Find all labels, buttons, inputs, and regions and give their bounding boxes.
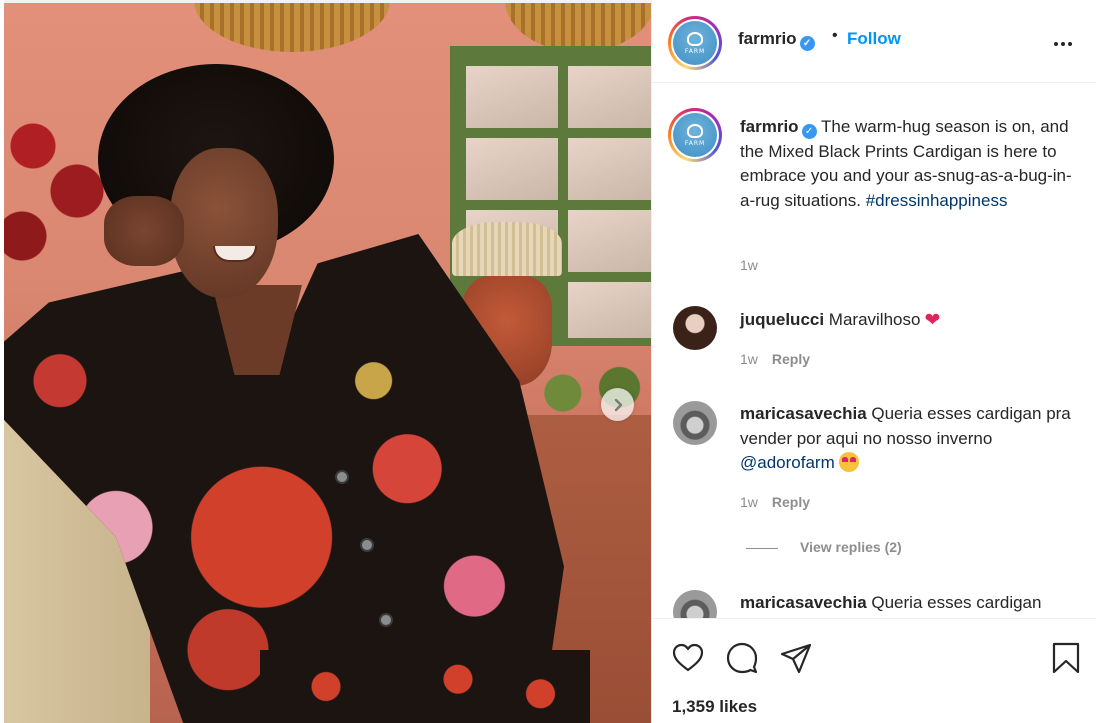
username-text: farmrio <box>738 29 797 48</box>
caption-timestamp[interactable]: 1w <box>740 257 758 273</box>
caption-text: farmrio ✓ The warm-hug season is on, and … <box>740 115 1075 213</box>
caption-meta: 1w <box>740 257 758 273</box>
reply-button[interactable]: Reply <box>772 494 810 510</box>
post-details-panel: FARM farmrio ✓ • Follow FARM farmrio ✓ The… <box>651 0 1096 723</box>
photo-border <box>0 0 651 3</box>
comment-text: juquelucci Maravilhoso ❤ <box>740 308 1075 334</box>
comment-timestamp[interactable]: 1w <box>740 494 758 510</box>
pendant-lamp <box>194 0 390 52</box>
cardigan-button <box>379 613 393 627</box>
view-replies-button[interactable]: View replies (2) <box>746 539 902 555</box>
hashtag-link[interactable]: #dressinhappiness <box>866 191 1008 210</box>
flower-logo-icon <box>687 123 703 138</box>
commenter-avatar[interactable] <box>673 590 717 618</box>
caption-avatar[interactable]: FARM <box>668 108 722 162</box>
heart-eyes-emoji-icon <box>838 452 859 472</box>
model-hand <box>104 196 184 266</box>
bookmark-icon[interactable] <box>1049 641 1083 675</box>
red-heart-emoji-icon: ❤ <box>924 310 941 331</box>
comments-list[interactable]: FARM farmrio ✓ The warm-hug season is on,… <box>652 84 1096 618</box>
reply-button[interactable]: Reply <box>772 351 810 367</box>
follow-button[interactable]: Follow <box>847 29 901 49</box>
commenter-avatar[interactable] <box>673 306 717 350</box>
post-header: FARM farmrio ✓ • Follow <box>652 0 1096 83</box>
model-face <box>170 148 278 298</box>
red-flowers <box>0 110 110 290</box>
post-actions: 1,359 likes <box>652 618 1096 723</box>
next-photo-button[interactable] <box>601 388 634 421</box>
verified-badge-icon: ✓ <box>799 36 815 51</box>
comment-meta: 1w Reply <box>740 494 810 510</box>
comment-text: maricasavechia Queria esses cardigan <box>740 591 1075 616</box>
mention-link[interactable]: @adorofarm <box>740 453 835 472</box>
replies-divider-line <box>746 547 778 549</box>
chevron-right-icon <box>614 398 622 411</box>
view-replies-label: View replies (2) <box>800 539 902 555</box>
flower-logo-icon <box>687 31 703 46</box>
logo-text: FARM <box>684 47 706 55</box>
heart-icon[interactable] <box>671 641 705 675</box>
cardigan-button <box>335 470 349 484</box>
comment-body: Maravilhoso <box>824 310 921 329</box>
patterned-skirt <box>260 650 590 723</box>
comment-username[interactable]: juquelucci <box>740 310 824 329</box>
commenter-avatar[interactable] <box>673 401 717 445</box>
share-icon[interactable] <box>779 641 813 675</box>
comment-username[interactable]: maricasavechia <box>740 593 867 612</box>
photo-border <box>0 0 4 723</box>
author-username[interactable]: farmrio ✓ <box>738 29 815 51</box>
more-options-icon <box>1054 42 1058 46</box>
logo-text: FARM <box>684 139 706 147</box>
table-lamp <box>452 222 562 276</box>
comment-icon[interactable] <box>725 641 759 675</box>
post-photo[interactable] <box>0 0 651 723</box>
comment-text: maricasavechia Queria esses cardigan pra… <box>740 402 1075 476</box>
cardigan-button <box>360 538 374 552</box>
verified-badge-icon: ✓ <box>801 124 817 139</box>
pendant-lamp <box>505 0 651 52</box>
comment-body: Queria esses cardigan <box>866 593 1042 612</box>
caption-username[interactable]: farmrio <box>740 117 799 136</box>
comment-timestamp[interactable]: 1w <box>740 351 758 367</box>
likes-count[interactable]: 1,359 likes <box>672 697 757 717</box>
author-avatar[interactable]: FARM <box>668 16 722 70</box>
comment-username[interactable]: maricasavechia <box>740 404 867 423</box>
more-options-button[interactable] <box>1054 33 1076 47</box>
separator-dot: • <box>832 27 838 44</box>
comment-meta: 1w Reply <box>740 351 810 367</box>
